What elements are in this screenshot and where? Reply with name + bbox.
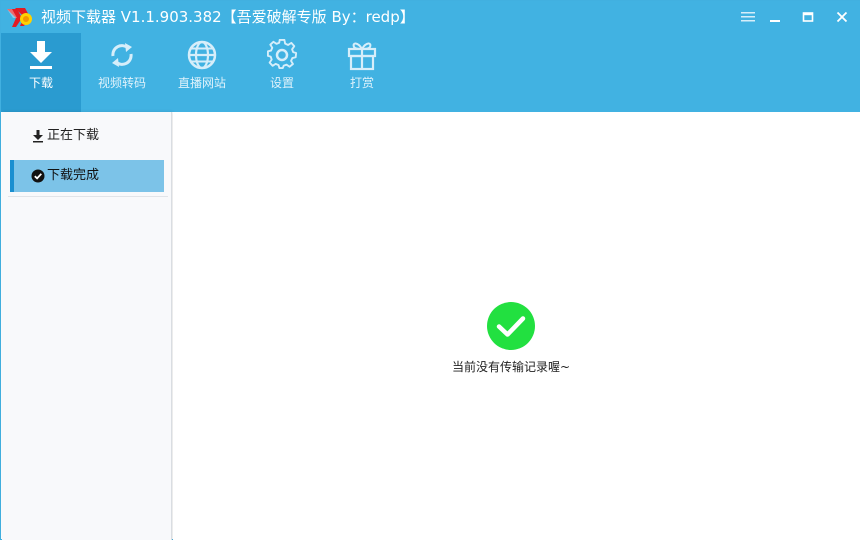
sidebar: 正在下载 下载完成	[2, 112, 172, 540]
window-title: 视频下载器 V1.1.903.382【吾爱破解专版 By：redp】	[41, 8, 415, 26]
globe-icon	[187, 40, 217, 70]
tab-download[interactable]: 下载	[1, 33, 81, 112]
tab-reward[interactable]: 打赏	[322, 33, 402, 112]
minimize-icon	[770, 20, 780, 22]
check-circle-icon	[31, 169, 45, 183]
menu-button[interactable]	[736, 6, 760, 28]
tab-video-convert[interactable]: 视频转码	[82, 33, 162, 112]
sidebar-item-label: 正在下载	[47, 128, 100, 143]
gear-icon	[267, 39, 298, 70]
main-toolbar: 下载 视频转码 直播网站 设置 打赏	[1, 33, 860, 112]
download-icon	[30, 41, 52, 69]
hamburger-icon	[741, 12, 755, 22]
minimize-button[interactable]	[763, 6, 787, 28]
close-button[interactable]	[830, 6, 854, 28]
tab-reward-label: 打赏	[349, 76, 374, 90]
sidebar-item-label: 下载完成	[47, 168, 100, 183]
title-bar[interactable]: 视频下载器 V1.1.903.382【吾爱破解专版 By：redp】	[1, 1, 860, 33]
tab-live-sites-label: 直播网站	[177, 76, 226, 90]
close-icon	[836, 11, 848, 23]
refresh-arrows-icon	[111, 43, 133, 67]
empty-state-message: 当前没有传输记录喔~	[451, 360, 571, 374]
content-area: 当前没有传输记录喔~	[173, 112, 860, 540]
maximize-icon	[802, 12, 814, 22]
check-circle-icon	[487, 302, 535, 350]
app-window: 视频下载器 V1.1.903.382【吾爱破解专版 By：redp】 下载 视频…	[0, 0, 860, 540]
sidebar-divider	[8, 196, 168, 197]
sidebar-item-downloading[interactable]: 正在下载	[10, 120, 164, 152]
header: 视频下载器 V1.1.903.382【吾爱破解专版 By：redp】 下载 视频…	[1, 1, 860, 112]
tab-settings[interactable]: 设置	[242, 33, 322, 112]
download-small-icon	[33, 130, 43, 143]
tab-download-label: 下载	[28, 76, 53, 90]
tab-video-convert-label: 视频转码	[97, 76, 146, 90]
tab-settings-label: 设置	[269, 76, 294, 90]
gift-icon	[347, 42, 377, 71]
tab-live-sites[interactable]: 直播网站	[162, 33, 242, 112]
app-logo-icon	[7, 8, 32, 27]
maximize-button[interactable]	[796, 6, 820, 28]
sidebar-item-completed[interactable]: 下载完成	[10, 160, 164, 192]
